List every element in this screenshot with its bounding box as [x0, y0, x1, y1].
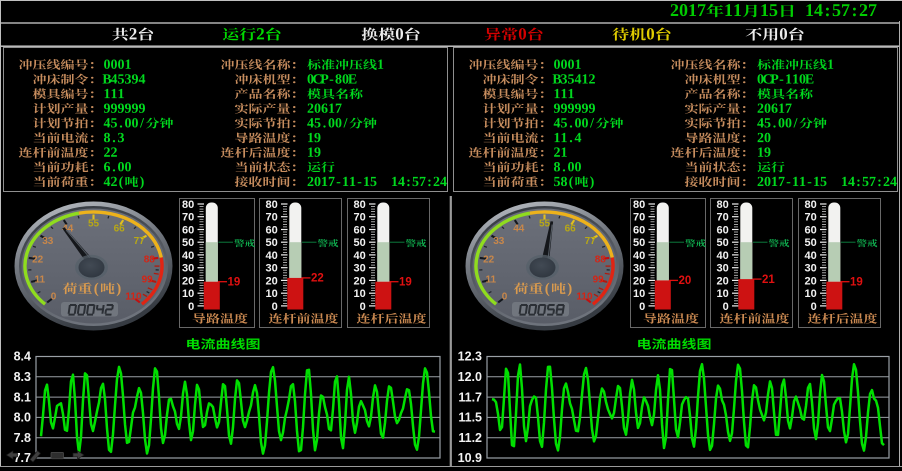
svg-text:11: 11 [486, 274, 497, 285]
svg-text:11.5: 11.5 [458, 411, 482, 425]
svg-text:10: 10 [805, 288, 817, 300]
svg-text:110: 110 [125, 291, 142, 302]
svg-text:77: 77 [134, 236, 146, 247]
svg-text:22: 22 [32, 255, 44, 266]
svg-text:0: 0 [188, 301, 194, 313]
svg-text:10: 10 [633, 288, 645, 300]
svg-text:0: 0 [272, 301, 278, 313]
svg-text:11.2: 11.2 [458, 431, 482, 445]
svg-text:70: 70 [354, 212, 366, 224]
svg-text:8.3: 8.3 [14, 370, 31, 384]
svg-text:50: 50 [266, 237, 278, 249]
svg-text:80: 80 [805, 199, 817, 211]
svg-text:30: 30 [717, 263, 729, 275]
svg-text:55: 55 [88, 219, 100, 230]
svg-text:10: 10 [182, 288, 194, 300]
svg-text:60: 60 [266, 225, 278, 237]
svg-text:11.7: 11.7 [458, 390, 482, 404]
svg-text:99: 99 [142, 274, 154, 285]
svg-text:66: 66 [565, 223, 577, 234]
svg-text:80: 80 [354, 199, 366, 211]
svg-text:33: 33 [42, 236, 54, 247]
svg-text:88: 88 [595, 255, 607, 266]
svg-text:50: 50 [182, 237, 194, 249]
svg-text:30: 30 [182, 263, 194, 275]
svg-text:22: 22 [483, 255, 495, 266]
svg-text:20: 20 [805, 275, 817, 287]
svg-text:10: 10 [354, 288, 366, 300]
svg-text:80: 80 [182, 199, 194, 211]
svg-text:19: 19 [850, 277, 863, 289]
svg-text:80: 80 [633, 199, 645, 211]
svg-text:20: 20 [266, 275, 278, 287]
svg-text:110: 110 [576, 291, 593, 302]
svg-text:0: 0 [502, 291, 508, 302]
svg-text:50: 50 [633, 237, 645, 249]
svg-text:12.0: 12.0 [458, 370, 482, 384]
svg-text:80: 80 [266, 199, 278, 211]
svg-text:60: 60 [805, 225, 817, 237]
svg-text:40: 40 [633, 250, 645, 262]
svg-text:10: 10 [717, 288, 729, 300]
svg-text:22: 22 [311, 273, 324, 285]
svg-text:30: 30 [354, 263, 366, 275]
svg-text:11: 11 [35, 274, 46, 285]
svg-text:7.8: 7.8 [14, 431, 31, 445]
svg-text:19: 19 [399, 277, 412, 289]
svg-text:88: 88 [144, 255, 156, 266]
svg-text:70: 70 [633, 212, 645, 224]
svg-text:40: 40 [805, 250, 817, 262]
svg-text:40: 40 [266, 250, 278, 262]
svg-text:60: 60 [717, 225, 729, 237]
svg-text:0: 0 [360, 301, 366, 313]
svg-text:0: 0 [723, 301, 729, 313]
svg-text:70: 70 [182, 212, 194, 224]
svg-text:20: 20 [182, 275, 194, 287]
svg-text:50: 50 [805, 237, 817, 249]
svg-text:70: 70 [717, 212, 729, 224]
svg-text:30: 30 [805, 263, 817, 275]
svg-text:8.0: 8.0 [14, 411, 31, 425]
svg-text:50: 50 [354, 237, 366, 249]
svg-text:20: 20 [633, 275, 645, 287]
svg-text:70: 70 [266, 212, 278, 224]
svg-text:8.1: 8.1 [14, 390, 31, 404]
svg-text:21: 21 [762, 274, 775, 286]
svg-text:40: 40 [354, 250, 366, 262]
svg-text:10: 10 [266, 288, 278, 300]
svg-text:80: 80 [717, 199, 729, 211]
svg-text:44: 44 [513, 223, 525, 234]
svg-text:20: 20 [679, 275, 692, 287]
svg-text:50: 50 [717, 237, 729, 249]
svg-text:55: 55 [539, 219, 551, 230]
svg-text:0: 0 [639, 301, 645, 313]
svg-text:8.4: 8.4 [14, 350, 31, 364]
svg-text:40: 40 [182, 250, 194, 262]
svg-text:0: 0 [51, 291, 57, 302]
svg-text:30: 30 [633, 263, 645, 275]
svg-text:77: 77 [585, 236, 597, 247]
svg-text:30: 30 [266, 263, 278, 275]
svg-text:70: 70 [805, 212, 817, 224]
svg-text:19: 19 [228, 277, 241, 289]
svg-text:0: 0 [811, 301, 817, 313]
svg-text:12.3: 12.3 [458, 350, 482, 364]
svg-text:33: 33 [493, 236, 505, 247]
svg-text:99: 99 [593, 274, 605, 285]
svg-text:40: 40 [717, 250, 729, 262]
svg-text:20: 20 [717, 275, 729, 287]
svg-text:60: 60 [182, 225, 194, 237]
svg-text:10.9: 10.9 [458, 451, 482, 465]
svg-text:60: 60 [633, 225, 645, 237]
svg-text:66: 66 [114, 223, 126, 234]
svg-text:60: 60 [354, 225, 366, 237]
svg-text:20: 20 [354, 275, 366, 287]
